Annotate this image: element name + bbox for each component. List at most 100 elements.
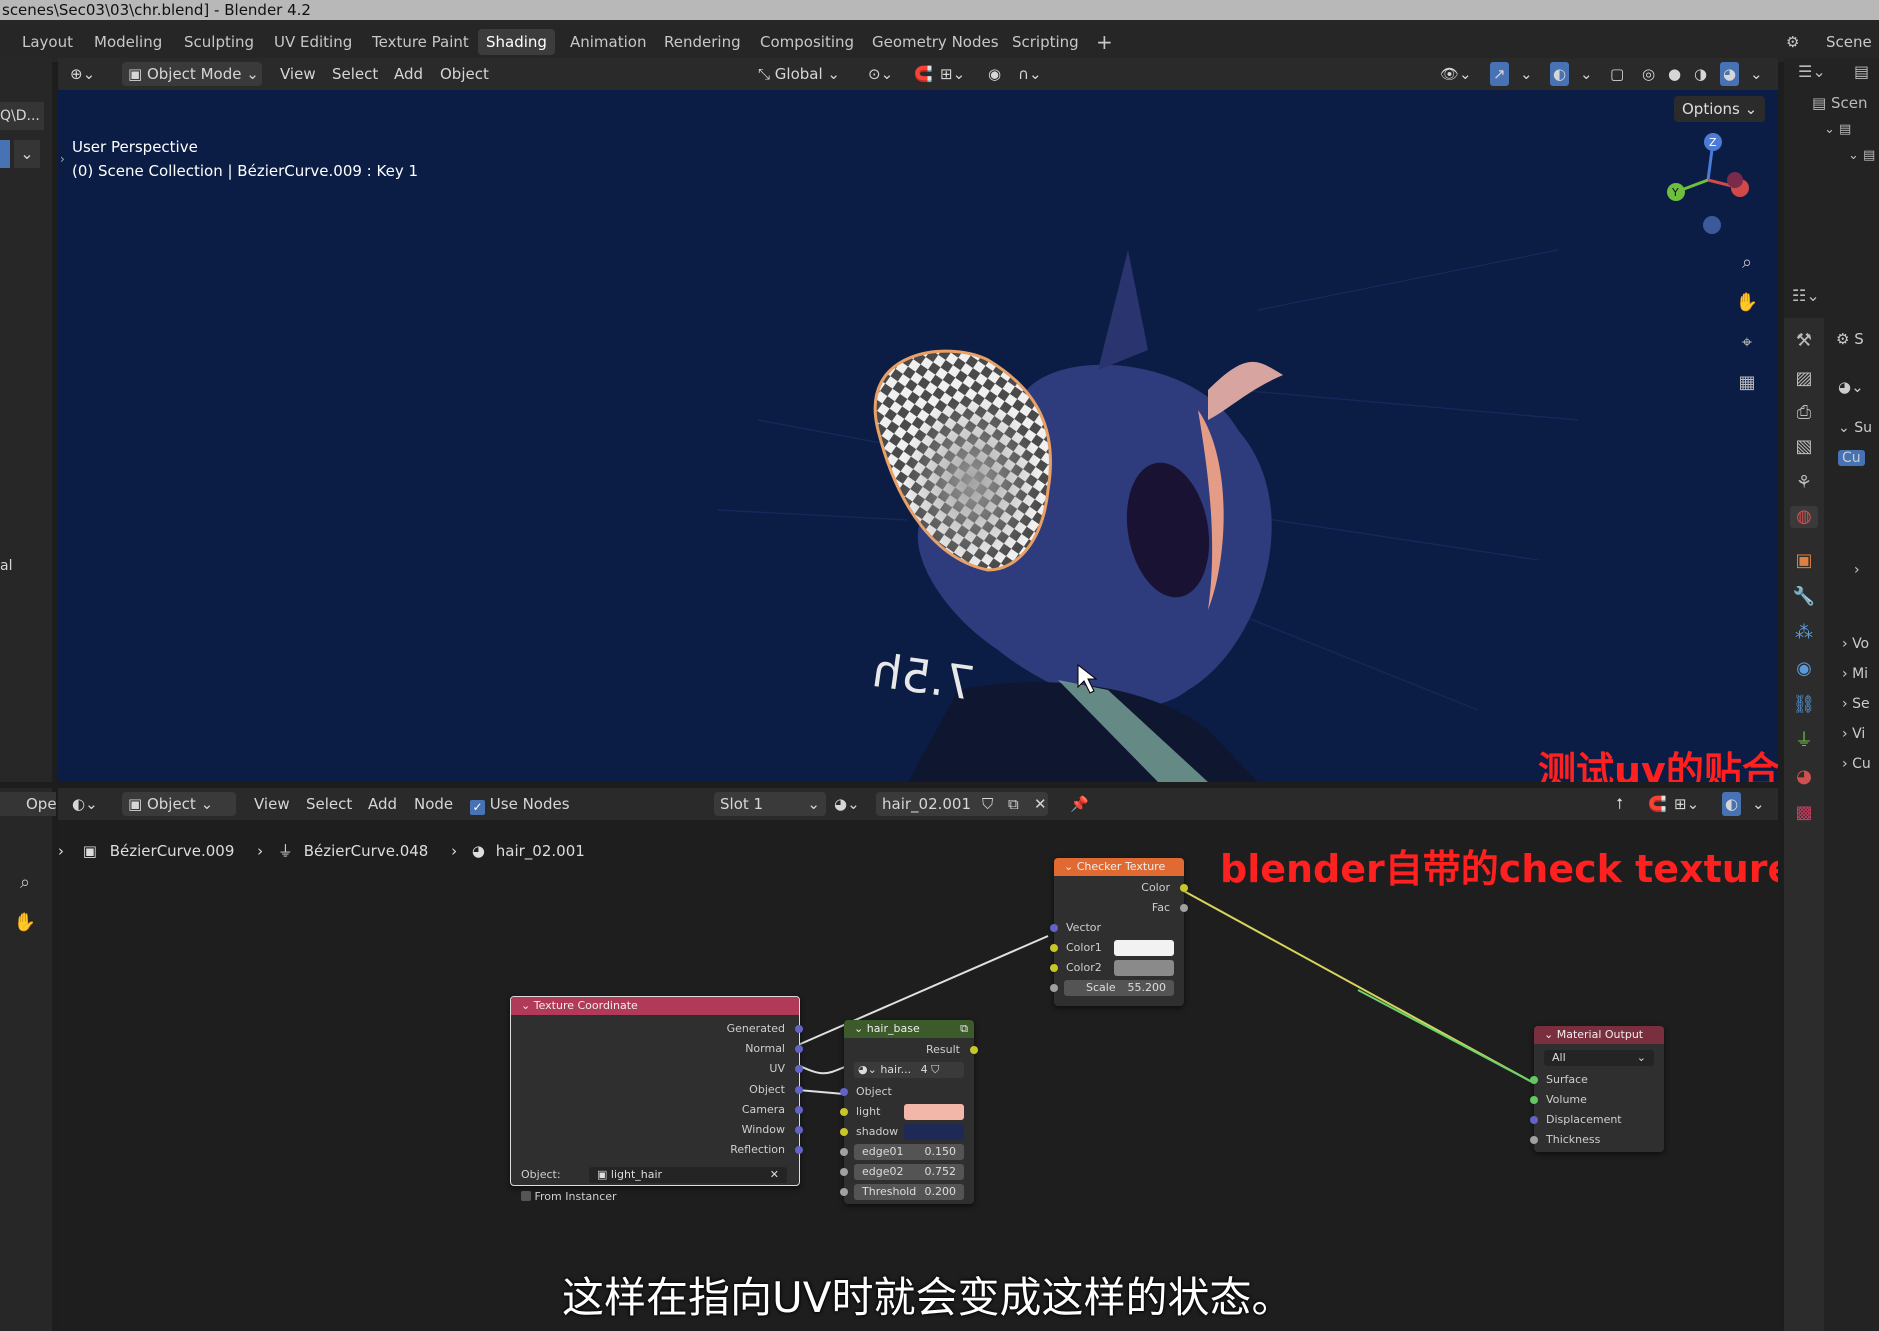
from-instancer-checkbox[interactable]: From Instancer <box>521 1189 617 1205</box>
matout-volume-socket[interactable] <box>1530 1096 1538 1104</box>
wireframe-shading-icon[interactable]: ◎ <box>1642 62 1655 86</box>
object-mode-dropdown[interactable]: ▣ Object Mode ⌄ <box>122 62 262 86</box>
checker-color2-swatch[interactable] <box>1114 960 1174 976</box>
checker-color1-socket[interactable] <box>1050 944 1058 952</box>
tab-compositing[interactable]: Compositing <box>752 29 862 55</box>
object-props-icon[interactable]: ▣ <box>1790 550 1818 572</box>
navigation-gizmo[interactable]: Z Y <box>1658 130 1758 240</box>
solid-shading-icon[interactable]: ● <box>1668 62 1681 86</box>
menu-select[interactable]: Select <box>332 62 378 86</box>
render-props-icon[interactable]: ▨ <box>1790 368 1818 390</box>
add-workspace-icon[interactable]: + <box>1088 29 1121 55</box>
scene-props-icon[interactable]: ⚘ <box>1790 472 1818 494</box>
node-snap-target-icon[interactable]: ⊞⌄ <box>1674 792 1699 816</box>
particles-props-icon[interactable]: ⁂ <box>1790 622 1818 644</box>
texture-props-icon[interactable]: ▩ <box>1790 802 1818 824</box>
collapse-chevron-icon[interactable]: ⌄ <box>1064 860 1077 873</box>
unlink-material-close-icon[interactable]: ✕ <box>1034 792 1047 816</box>
xray-icon[interactable]: ▢ <box>1610 62 1624 86</box>
world-props-icon[interactable]: ◍ <box>1790 506 1818 528</box>
editor-type-icon[interactable]: ⊕⌄ <box>70 62 95 86</box>
material-shading-icon[interactable]: ◑ <box>1694 62 1707 86</box>
properties-editor-type-icon[interactable]: ☷⌄ <box>1792 286 1820 305</box>
rendered-shading-icon[interactable]: ◕ <box>1720 62 1740 86</box>
texcoord-reflection-socket[interactable] <box>795 1146 803 1154</box>
node-menu-add[interactable]: Add <box>368 792 397 816</box>
pan-hand-icon[interactable]: ✋ <box>10 912 40 934</box>
shader-type-icon[interactable]: ◐⌄ <box>72 792 98 816</box>
camera-view-icon[interactable]: ⌖ <box>1732 332 1762 354</box>
outliner-collapse-arrow-icon[interactable]: ⌄ ▤ <box>1848 148 1875 163</box>
node-overlay-dropdown-icon[interactable]: ⌄ <box>1752 792 1765 816</box>
left-region-chevron-down-icon[interactable]: ⌄ <box>14 140 40 168</box>
hairbase-edge01-socket[interactable] <box>840 1148 848 1156</box>
material-props-icon[interactable]: ◕ <box>1790 766 1818 788</box>
checker-color-socket[interactable] <box>1180 884 1188 892</box>
transform-orientation-dropdown[interactable]: ⤡ Global ⌄ <box>758 62 840 86</box>
panel-viewport-display[interactable]: › Vi <box>1842 726 1865 742</box>
overlay-dropdown-icon[interactable]: ⌄ <box>1580 62 1593 86</box>
collapse-chevron-icon[interactable]: ⌄ <box>521 999 534 1012</box>
checker-fac-socket[interactable] <box>1180 904 1188 912</box>
checker-node-header[interactable]: ⌄ Checker Texture <box>1054 858 1184 876</box>
proportional-edit-icon[interactable]: ◉ <box>988 62 1001 86</box>
physics-props-icon[interactable]: ◉ <box>1790 658 1818 680</box>
checker-scale-socket[interactable] <box>1050 984 1058 992</box>
shading-dropdown-icon[interactable]: ⌄ <box>1750 62 1763 86</box>
3d-viewport[interactable]: 7.5h › User Perspective (0) Scene Collec… <box>58 90 1778 782</box>
node-menu-select[interactable]: Select <box>306 792 352 816</box>
pan-view-hand-icon[interactable]: ✋ <box>1732 292 1762 314</box>
use-nodes-checkbox[interactable]: ✓ Use Nodes <box>470 792 570 816</box>
menu-object[interactable]: Object <box>440 62 489 86</box>
hairbase-threshold-field[interactable]: Threshold 0.200 <box>854 1184 964 1200</box>
menu-view[interactable]: View <box>280 62 316 86</box>
expand-panel-arrow-icon[interactable]: › <box>1854 562 1860 578</box>
collapse-chevron-icon[interactable]: ⌄ <box>1544 1028 1557 1041</box>
checker-vector-socket[interactable] <box>1050 924 1058 932</box>
falloff-icon[interactable]: ∩⌄ <box>1018 62 1042 86</box>
hairbase-result-socket[interactable] <box>970 1046 978 1054</box>
panel-curve[interactable]: Cu <box>1838 450 1865 466</box>
hairbase-edge01-field[interactable]: edge01 0.150 <box>854 1144 964 1160</box>
hairbase-light-swatch[interactable] <box>904 1104 964 1120</box>
snap-target-icon[interactable]: ⊞⌄ <box>940 62 965 86</box>
hairbase-light-socket[interactable] <box>840 1108 848 1116</box>
texcoord-generated-socket[interactable] <box>795 1025 803 1033</box>
outliner-scene-collection[interactable]: ▤ Scen <box>1812 94 1867 112</box>
outliner-filter-icon[interactable]: ▤ <box>1854 62 1869 81</box>
tab-rendering[interactable]: Rendering <box>656 29 749 55</box>
gizmo-dropdown-icon[interactable]: ⌄ <box>1520 62 1533 86</box>
tool-props-icon[interactable]: ⚒ <box>1790 330 1818 352</box>
panel-surface[interactable]: ⌄ Su <box>1838 420 1872 436</box>
texture-coordinate-node[interactable]: ⌄ Texture Coordinate Generated Normal UV… <box>510 996 803 1203</box>
checker-scale-field[interactable]: Scale 55.200 <box>1064 980 1174 996</box>
snap-icon[interactable]: 🧲 <box>914 62 933 86</box>
node-menu-view[interactable]: View <box>254 792 290 816</box>
matout-target-dropdown[interactable]: All ⌄ <box>1544 1050 1654 1066</box>
options-dropdown[interactable]: Options ⌄ <box>1674 96 1766 122</box>
tab-geometry-nodes[interactable]: Geometry Nodes <box>864 29 1007 55</box>
panel-settings[interactable]: › Se <box>1842 696 1870 712</box>
hairbase-shadow-socket[interactable] <box>840 1128 848 1136</box>
clear-object-close-icon[interactable]: ✕ <box>770 1167 779 1183</box>
view-layer-props-icon[interactable]: ▧ <box>1790 436 1818 458</box>
tab-modeling[interactable]: Modeling <box>86 29 170 55</box>
texcoord-node-header[interactable]: ⌄ Texture Coordinate <box>511 997 799 1015</box>
overlay-icon[interactable]: ◐ <box>1550 62 1570 86</box>
tab-uv-editing[interactable]: UV Editing <box>266 29 360 55</box>
matout-surface-socket[interactable] <box>1530 1076 1538 1084</box>
matout-displacement-socket[interactable] <box>1530 1116 1538 1124</box>
scene-name[interactable]: Scene <box>1818 29 1879 55</box>
hairbase-edge02-field[interactable]: edge02 0.752 <box>854 1164 964 1180</box>
duplicate-material-icon[interactable]: ⧉ <box>1008 792 1019 816</box>
expand-arrow-icon[interactable]: › <box>60 152 65 166</box>
menu-add[interactable]: Add <box>394 62 423 86</box>
world-selector-icon[interactable]: ◕⌄ <box>1838 378 1864 396</box>
material-name-field[interactable]: hair_02.001 <box>876 792 1048 816</box>
checker-color1-swatch[interactable] <box>1114 940 1174 956</box>
hairbase-shadow-swatch[interactable] <box>904 1124 964 1140</box>
left-region-fragment[interactable]: Q\D... <box>0 102 44 130</box>
scene-selector-icon[interactable]: ⚙ <box>1778 29 1807 55</box>
group-icon[interactable]: ⧉ <box>960 1020 968 1038</box>
node-menu-node[interactable]: Node <box>414 792 453 816</box>
